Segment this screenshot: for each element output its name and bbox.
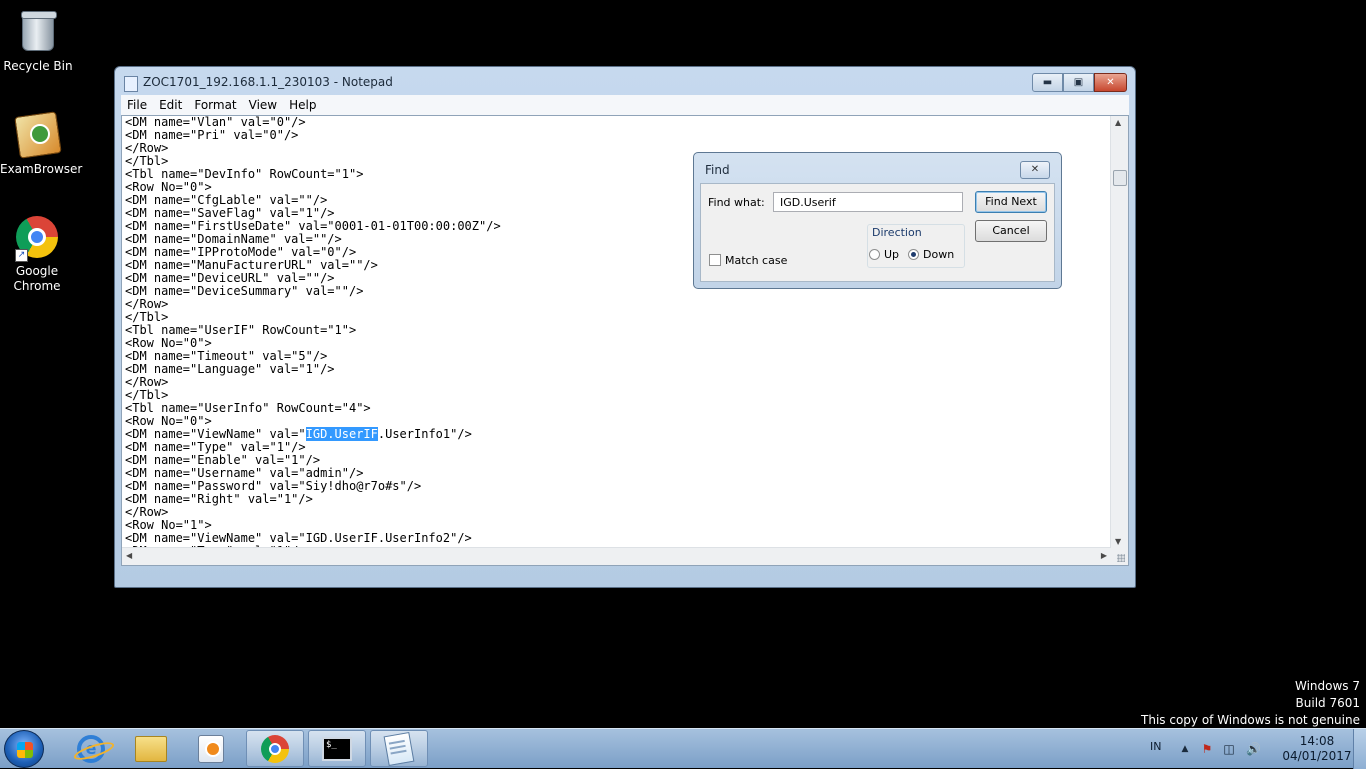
window-title: ZOC1701_192.168.1.1_230103 - Notepad (143, 75, 393, 89)
close-icon: ✕ (1106, 77, 1115, 88)
action-center-flag-icon[interactable]: ⚑ (1200, 742, 1214, 756)
find-dialog[interactable]: Find ✕ Find what: IGD.Userif Find Next C… (693, 152, 1062, 289)
volume-icon[interactable]: 🔊 (1246, 742, 1261, 756)
notepad-icon (124, 76, 138, 92)
text-line[interactable]: <DM name="Pri" val="0"/> (125, 129, 1110, 142)
match-case-label: Match case (725, 254, 788, 267)
match-case-checkbox[interactable] (709, 254, 721, 266)
taskbar-notepad[interactable] (370, 730, 428, 767)
cancel-button[interactable]: Cancel (975, 220, 1047, 242)
clock-time: 14:08 (1299, 734, 1335, 748)
search-highlight[interactable]: IGD.UserIF (305, 427, 378, 441)
notepad-icon (383, 731, 415, 766)
start-button[interactable] (4, 730, 44, 768)
menu-help[interactable]: Help (283, 98, 322, 112)
notepad-titlebar[interactable]: ZOC1701_192.168.1.1_230103 - Notepad ▬ ▣… (115, 67, 1135, 95)
notepad-window[interactable]: ZOC1701_192.168.1.1_230103 - Notepad ▬ ▣… (114, 66, 1136, 588)
scroll-right-icon[interactable]: ▶ (1101, 551, 1107, 560)
horizontal-scrollbar[interactable]: ◀ ▶ (122, 547, 1111, 565)
windows-watermark: Windows 7 Build 7601 This copy of Window… (1141, 678, 1360, 729)
desktop-icon-label: Google Chrome (13, 264, 61, 293)
clock-date: 04/01/2017 (1282, 749, 1352, 763)
text-line[interactable]: </Row> (125, 298, 1110, 311)
direction-up-radio[interactable] (869, 249, 880, 260)
explorer-folder-icon (135, 735, 167, 762)
taskbar-internet-explorer[interactable]: e (62, 730, 120, 767)
command-prompt-icon: $_ (322, 736, 352, 761)
recycle-bin-icon (16, 11, 60, 55)
internet-explorer-icon: e (77, 734, 105, 763)
text-line[interactable]: <DM name="Right" val="1"/> (125, 493, 1110, 506)
taskbar-chrome[interactable] (246, 730, 304, 767)
desktop-icon-google-chrome[interactable]: ↗ Google Chrome (0, 216, 74, 294)
desktop-icon-recycle-bin[interactable]: Recycle Bin (0, 8, 76, 74)
find-what-input[interactable]: IGD.Userif (773, 192, 963, 212)
direction-down-radio[interactable] (908, 249, 919, 260)
menu-file[interactable]: File (121, 98, 153, 112)
taskbar-explorer[interactable] (122, 730, 180, 767)
close-icon: ✕ (1030, 164, 1040, 175)
minimize-icon: ▬ (1042, 77, 1053, 88)
taskbar: e $_ IN ▲ ⚑ ◫ 🔊 14:08 04/01/2017 (0, 728, 1366, 769)
menu-format[interactable]: Format (188, 98, 242, 112)
chrome-icon (261, 734, 289, 763)
desktop-icon-label: Recycle Bin (3, 59, 73, 73)
system-tray: IN ▲ ⚑ ◫ 🔊 (1140, 729, 1280, 769)
watermark-line: Build 7601 (1295, 696, 1360, 710)
resize-grip[interactable] (1111, 548, 1128, 565)
text-line[interactable]: <Tbl name="UserIF" RowCount="1"> (125, 324, 1110, 337)
clock[interactable]: 14:08 04/01/2017 (1282, 734, 1352, 764)
taskbar-command-prompt[interactable]: $_ (308, 730, 366, 767)
find-next-button[interactable]: Find Next (975, 191, 1047, 213)
find-dialog-title: Find (705, 163, 730, 177)
show-hidden-icons-icon[interactable]: ▲ (1178, 742, 1192, 756)
find-what-label: Find what: (708, 196, 765, 209)
text-line[interactable]: <Tbl name="UserInfo" RowCount="4"> (125, 402, 1110, 415)
text-line[interactable]: <DM name="Language" val="1"/> (125, 363, 1110, 376)
exam-browser-icon (14, 111, 62, 159)
text-line[interactable]: </Row> (125, 506, 1110, 519)
menu-edit[interactable]: Edit (153, 98, 188, 112)
watermark-line: Windows 7 (1294, 679, 1360, 693)
media-player-icon (198, 734, 224, 763)
minimize-button[interactable]: ▬ (1032, 73, 1063, 92)
direction-up-label: Up (884, 248, 900, 261)
text-line[interactable]: </Row> (125, 376, 1110, 389)
scroll-up-icon[interactable]: ▲ (1115, 118, 1121, 127)
scroll-left-icon[interactable]: ◀ (126, 551, 132, 560)
network-icon[interactable]: ◫ (1222, 742, 1236, 756)
taskbar-media-player[interactable] (182, 730, 240, 767)
close-button[interactable]: ✕ (1094, 73, 1127, 92)
language-indicator[interactable]: IN (1150, 740, 1161, 753)
direction-down-label: Down (923, 248, 955, 261)
show-desktop-button[interactable] (1353, 729, 1366, 769)
shortcut-arrow-icon: ↗ (15, 249, 28, 262)
menu-bar: File Edit Format View Help (121, 95, 1129, 115)
find-close-button[interactable]: ✕ (1020, 161, 1050, 179)
vertical-scrollbar[interactable]: ▲ ▼ (1110, 116, 1128, 548)
chrome-icon: ↗ (15, 216, 59, 262)
desktop-icon-label: ExamBrowser (0, 162, 83, 176)
menu-view[interactable]: View (243, 98, 283, 112)
windows-logo-icon (17, 742, 33, 758)
scroll-down-icon[interactable]: ▼ (1115, 537, 1121, 546)
find-dialog-body: Find what: IGD.Userif Find Next Cancel D… (700, 183, 1055, 282)
watermark-line: This copy of Windows is not genuine (1141, 713, 1360, 727)
direction-label: Direction (869, 226, 925, 239)
maximize-icon: ▣ (1073, 77, 1084, 88)
scroll-thumb[interactable] (1113, 170, 1127, 186)
maximize-button[interactable]: ▣ (1063, 73, 1094, 92)
desktop-icon-exambrowser[interactable]: ExamBrowser (0, 111, 83, 177)
